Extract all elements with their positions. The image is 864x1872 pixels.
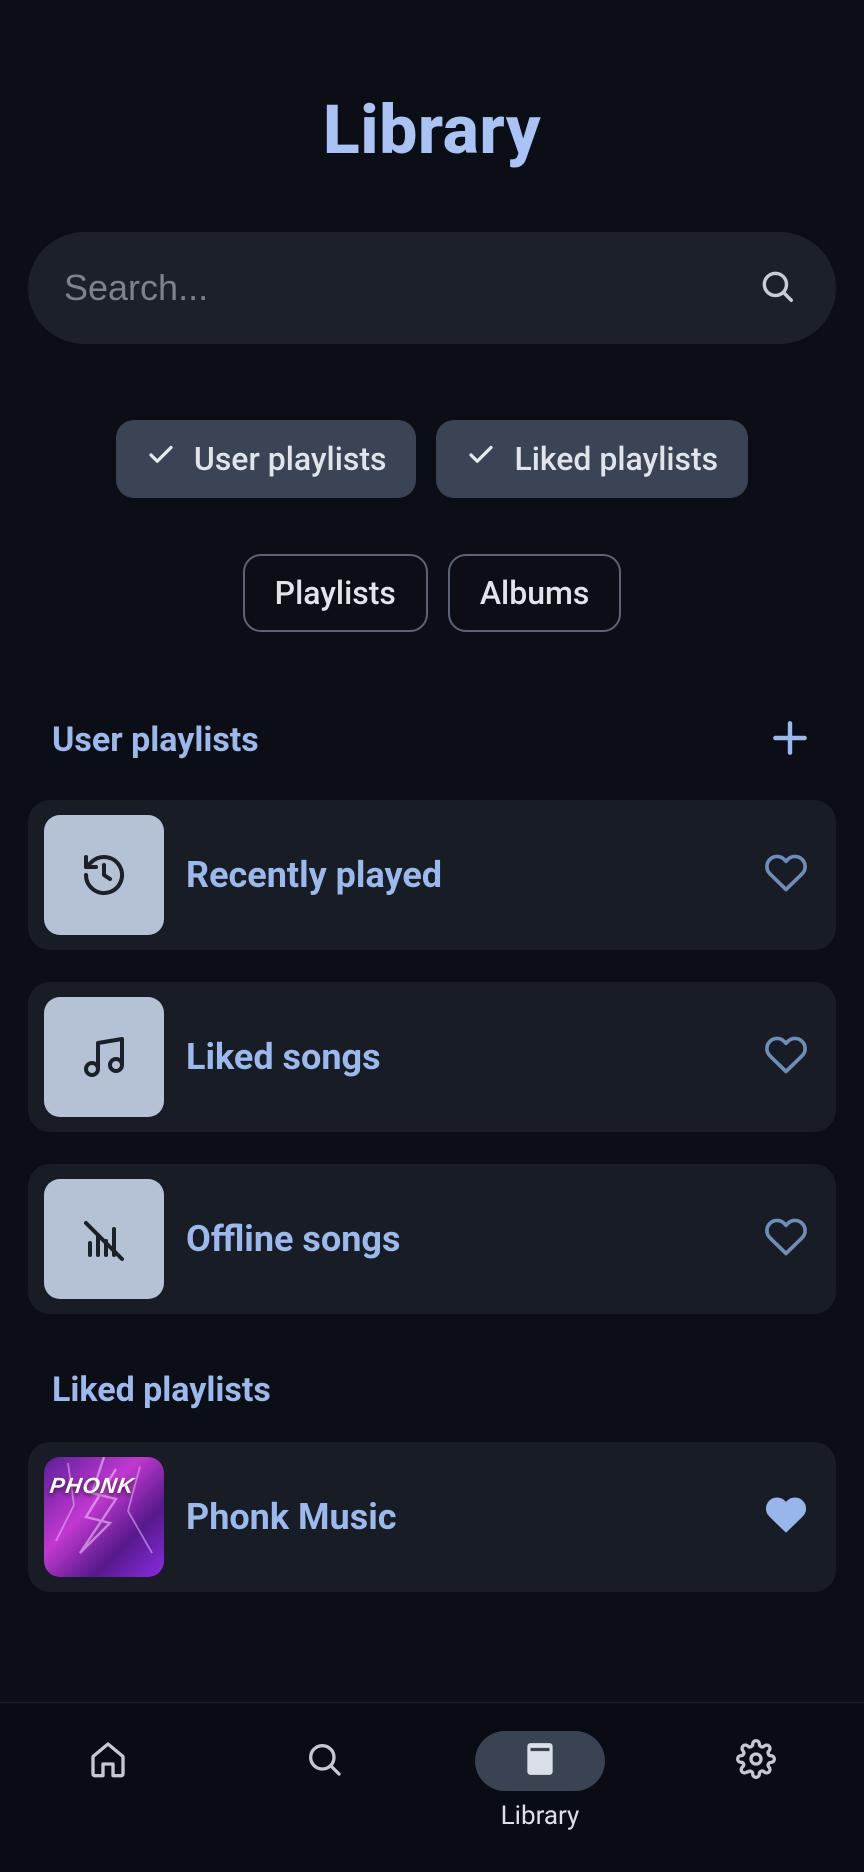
filter-playlists[interactable]: Playlists bbox=[243, 554, 428, 632]
like-button[interactable] bbox=[764, 1215, 808, 1263]
playlist-title: Liked songs bbox=[186, 1036, 742, 1078]
like-button[interactable] bbox=[764, 1493, 808, 1541]
search-bar[interactable] bbox=[28, 232, 836, 344]
search-icon bbox=[758, 267, 796, 309]
section-header-user-playlists: User playlists bbox=[28, 716, 836, 764]
search-input[interactable] bbox=[64, 267, 758, 309]
album-art-label: PHONK bbox=[48, 1473, 160, 1499]
nav-label: Library bbox=[501, 1801, 580, 1831]
chip-label: Albums bbox=[480, 574, 590, 612]
playlist-item-liked-songs[interactable]: Liked songs bbox=[28, 982, 836, 1132]
playlist-item-phonk-music[interactable]: PHONK Phonk Music bbox=[28, 1442, 836, 1592]
like-button[interactable] bbox=[764, 851, 808, 899]
playlist-title: Phonk Music bbox=[186, 1496, 742, 1538]
section-title: Liked playlists bbox=[52, 1370, 271, 1410]
home-icon bbox=[88, 1739, 128, 1783]
nav-home[interactable] bbox=[38, 1731, 178, 1791]
like-button[interactable] bbox=[764, 1033, 808, 1081]
section-header-liked-playlists: Liked playlists bbox=[28, 1370, 836, 1410]
nav-settings[interactable] bbox=[686, 1731, 826, 1791]
section-title: User playlists bbox=[52, 720, 259, 760]
playlist-item-recently-played[interactable]: Recently played bbox=[28, 800, 836, 950]
page-title: Library bbox=[28, 90, 836, 170]
history-icon bbox=[44, 815, 164, 935]
filter-liked-playlists[interactable]: Liked playlists bbox=[436, 420, 748, 498]
playlist-title: Recently played bbox=[186, 854, 742, 896]
add-playlist-button[interactable] bbox=[768, 716, 812, 764]
music-note-icon bbox=[44, 997, 164, 1117]
chip-label: User playlists bbox=[194, 440, 387, 478]
search-icon bbox=[304, 1739, 344, 1783]
bottom-nav: Library bbox=[0, 1702, 864, 1872]
check-icon bbox=[146, 440, 176, 478]
offline-icon bbox=[44, 1179, 164, 1299]
gear-icon bbox=[736, 1739, 776, 1783]
nav-search[interactable] bbox=[254, 1731, 394, 1791]
library-icon bbox=[521, 1740, 559, 1782]
nav-library[interactable]: Library bbox=[470, 1731, 610, 1831]
playlist-title: Offline songs bbox=[186, 1218, 742, 1260]
filter-albums[interactable]: Albums bbox=[448, 554, 622, 632]
filter-user-playlists[interactable]: User playlists bbox=[116, 420, 417, 498]
chip-label: Liked playlists bbox=[514, 440, 718, 478]
playlist-item-offline-songs[interactable]: Offline songs bbox=[28, 1164, 836, 1314]
check-icon bbox=[466, 440, 496, 478]
album-art: PHONK bbox=[44, 1457, 164, 1577]
chip-label: Playlists bbox=[275, 574, 396, 612]
